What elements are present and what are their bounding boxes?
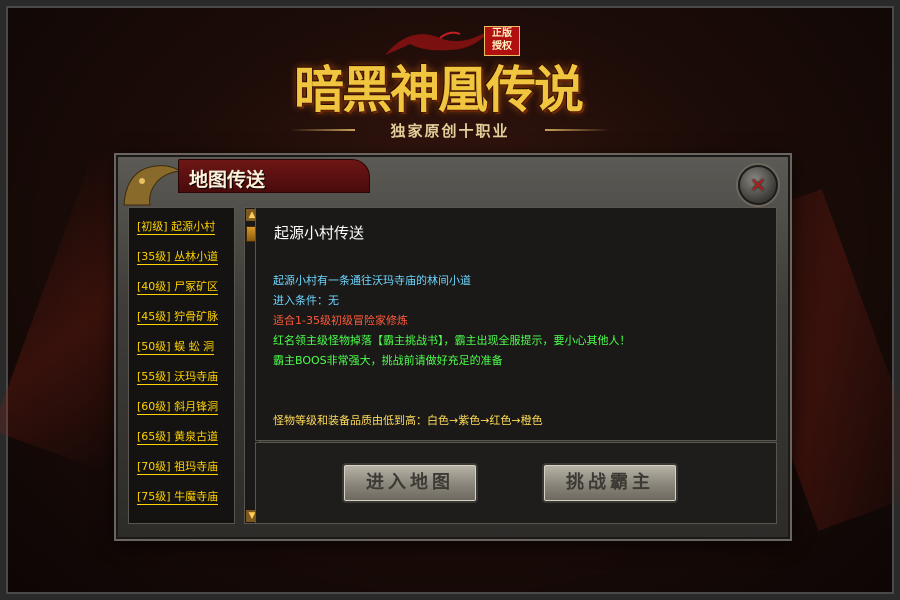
action-panel: 进入地图 挑战霸主 bbox=[255, 442, 777, 524]
quality-order-note: 怪物等级和装备品质由低到高：白色→紫色→红色→橙色 bbox=[273, 414, 543, 427]
logo-subtitle: 独家原创十职业 bbox=[390, 122, 510, 140]
dialog-title: 地图传送 bbox=[189, 169, 266, 191]
map-teleport-dialog: 地图传送 ✕ [初级] 起源小村 [35级] 丛林小道 [40级] 尸冢矿区 [… bbox=[116, 155, 790, 539]
dialog-title-tab: 地图传送 bbox=[178, 159, 370, 193]
map-item-jungle-path[interactable]: [35级] 丛林小道 bbox=[137, 248, 229, 265]
entry-condition: 进入条件：无 bbox=[273, 294, 339, 307]
map-item-corpse-mine[interactable]: [40级] 尸冢矿区 bbox=[137, 278, 229, 295]
level-recommendation: 适合1-35级初级冒险家修炼 bbox=[273, 314, 408, 327]
map-description: 起源小村有一条通往沃玛寺庙的林间小道 bbox=[273, 274, 471, 287]
map-list: [初级] 起源小村 [35级] 丛林小道 [40级] 尸冢矿区 [45级] 狞骨… bbox=[128, 207, 235, 524]
enter-map-button[interactable]: 进入地图 bbox=[342, 463, 478, 503]
boss-drop-note: 红名领主级怪物掉落【霸主挑战书】，霸主出现全服提示，要小心其他人！ bbox=[273, 334, 631, 347]
dragon-ornament-icon bbox=[123, 165, 182, 206]
boss-warning: 霸主BOOS非常强大，挑战前请做好充足的准备 bbox=[273, 354, 503, 367]
logo-divider bbox=[290, 129, 355, 131]
game-logo: 正版 授权 暗黑神凰传说 独家原创十职业 bbox=[290, 20, 620, 150]
logo-title: 暗黑神凰传说 bbox=[294, 60, 584, 119]
map-item-yellow-spring-road[interactable]: [65级] 黄泉古道 bbox=[137, 428, 229, 445]
logo-divider bbox=[545, 129, 610, 131]
map-item-woma-temple[interactable]: [55级] 沃玛寺庙 bbox=[137, 368, 229, 385]
close-button[interactable]: ✕ bbox=[738, 165, 778, 205]
map-item-zuma-temple[interactable]: [70级] 祖玛寺庙 bbox=[137, 458, 229, 475]
map-item-bone-vein[interactable]: [45级] 狞骨矿脉 bbox=[137, 308, 229, 325]
map-item-centipede-cave[interactable]: [50级] 蜈 蚣 洞 bbox=[137, 338, 229, 355]
map-item-qiyuan-village[interactable]: [初级] 起源小村 bbox=[137, 218, 229, 235]
map-item-crescent-cave[interactable]: [60级] 斜月锋洞 bbox=[137, 398, 229, 415]
challenge-boss-button[interactable]: 挑战霸主 bbox=[542, 463, 678, 503]
close-icon: ✕ bbox=[749, 173, 767, 197]
map-item-bull-demon-temple[interactable]: [75级] 牛魔寺庙 bbox=[137, 488, 229, 505]
map-info-title: 起源小村传送 bbox=[274, 224, 365, 242]
map-info-panel: 起源小村传送 起源小村有一条通往沃玛寺庙的林间小道 进入条件：无 适合1-35级… bbox=[255, 207, 777, 441]
